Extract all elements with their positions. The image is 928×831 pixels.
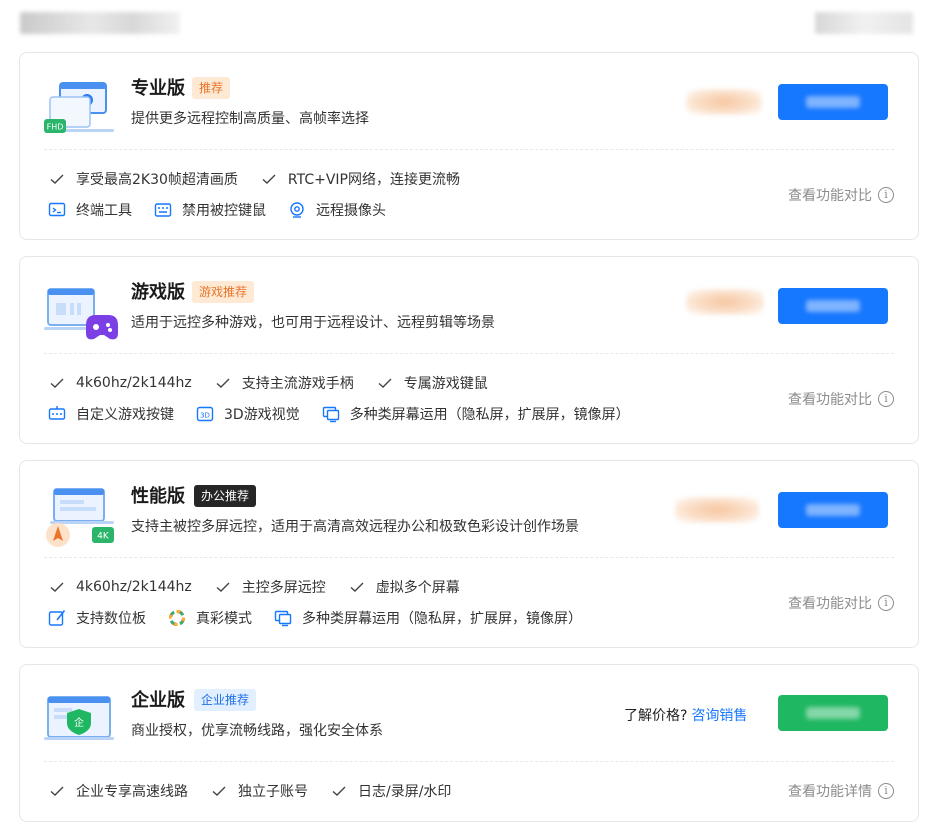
feature-item: 虚拟多个屏幕 — [348, 577, 460, 597]
compare-link[interactable]: 查看功能对比 i — [788, 185, 894, 205]
feature-row-1: 4k60hz/2k144hz 主控多屏远控 虚拟多个屏幕 — [48, 577, 482, 597]
feature-item: 企业专享高速线路 — [48, 781, 188, 801]
enterprise-tag: 企 — [74, 716, 84, 729]
pro-illustration: FHD — [44, 82, 114, 133]
check-icon — [48, 374, 66, 392]
badge-enterprise-recommend: 企业推荐 — [194, 689, 257, 711]
buy-button-pro[interactable] — [778, 84, 888, 120]
info-icon[interactable]: i — [878, 187, 894, 203]
feature-item: RTC+VIP网络，连接更流畅 — [260, 169, 460, 189]
blurred-header-text — [20, 12, 180, 34]
info-icon[interactable]: i — [878, 783, 894, 799]
plan-title: 企业版 — [131, 690, 185, 711]
feature-row-2: 自定义游戏按键 3D 3D游戏视觉 多种类屏幕运用（隐私屏，扩展屏，镜像屏） — [48, 404, 652, 424]
plan-desc: 适用于远控多种游戏，也可用于远程设计、远程剪辑等场景 — [131, 315, 495, 331]
feature-item: 禁用被控键鼠 — [154, 200, 266, 220]
feature-item: 享受最高2K30帧超清画质 — [48, 169, 238, 189]
plan-desc: 提供更多远程控制高质量、高帧率选择 — [131, 111, 369, 127]
keyboard-disable-icon — [154, 201, 172, 219]
4k-tag: 4K — [97, 532, 110, 542]
check-icon — [48, 578, 66, 596]
info-icon[interactable]: i — [878, 595, 894, 611]
enterprise-illustration: 企 — [44, 696, 114, 740]
color-wheel-icon — [168, 609, 186, 627]
plan-title: 游戏版 — [131, 282, 185, 303]
divider — [44, 557, 894, 558]
fhd-tag: FHD — [47, 123, 64, 132]
info-icon[interactable]: i — [878, 391, 894, 407]
game-illustration — [44, 288, 118, 340]
feature-item: 多种类屏幕运用（隐私屏，扩展屏，镜像屏） — [322, 404, 630, 424]
feature-item: 支持数位板 — [48, 608, 146, 628]
feature-row-1: 享受最高2K30帧超清画质 RTC+VIP网络，连接更流畅 — [48, 169, 482, 189]
tablet-icon — [48, 609, 66, 627]
webcam-icon — [288, 201, 306, 219]
terminal-icon — [48, 201, 66, 219]
feature-item: 独立子账号 — [210, 781, 308, 801]
price-blurred — [686, 89, 762, 115]
feature-item: 3D 3D游戏视觉 — [196, 404, 300, 424]
plan-card-pro: FHD 专业版 推荐 提供更多远程控制高质量、高帧率选择 享受最高2K30帧超清… — [19, 52, 919, 240]
contact-sales-link[interactable]: 咨询销售 — [691, 708, 747, 724]
plan-card-game: 游戏版 游戏推荐 适用于远控多种游戏，也可用于远程设计、远程剪辑等场景 4k60… — [19, 256, 919, 444]
buy-button-performance[interactable] — [778, 492, 888, 528]
plan-card-performance: 4K 性能版 办公推荐 支持主被控多屏远控，适用于高清高效远程办公和极致色彩设计… — [19, 460, 919, 648]
compare-link[interactable]: 查看功能对比 i — [788, 389, 894, 409]
divider — [44, 149, 894, 150]
check-icon — [48, 170, 66, 188]
feature-row-1: 企业专享高速线路 独立子账号 日志/录屏/水印 — [48, 781, 473, 801]
plan-title: 性能版 — [131, 486, 185, 507]
feature-item: 终端工具 — [48, 200, 132, 220]
feature-item: 日志/录屏/水印 — [330, 781, 451, 801]
feature-item: 4k60hz/2k144hz — [48, 374, 192, 392]
buy-button-game[interactable] — [778, 288, 888, 324]
feature-item: 支持主流游戏手柄 — [214, 373, 354, 393]
feature-item: 多种类屏幕运用（隐私屏，扩展屏，镜像屏） — [274, 608, 582, 628]
feature-row-2: 支持数位板 真彩模式 多种类屏幕运用（隐私屏，扩展屏，镜像屏） — [48, 608, 604, 628]
compare-link[interactable]: 查看功能对比 i — [788, 593, 894, 613]
check-icon — [260, 170, 278, 188]
feature-item: 主控多屏远控 — [214, 577, 326, 597]
feature-item: 真彩模式 — [168, 608, 252, 628]
price-blurred — [686, 289, 764, 315]
feature-item: 4k60hz/2k144hz — [48, 578, 192, 596]
badge-office-recommend: 办公推荐 — [194, 485, 257, 507]
price-blurred — [675, 497, 759, 523]
check-icon — [214, 578, 232, 596]
multi-screen-icon — [322, 405, 340, 423]
3d-icon: 3D — [196, 405, 214, 423]
badge-recommend: 推荐 — [192, 77, 231, 99]
check-icon — [48, 782, 66, 800]
divider — [44, 353, 894, 354]
feature-row-1: 4k60hz/2k144hz 支持主流游戏手柄 专属游戏键鼠 — [48, 373, 510, 393]
check-icon — [210, 782, 228, 800]
plan-desc: 支持主被控多屏远控，适用于高清高效远程办公和极致色彩设计创作场景 — [131, 519, 579, 535]
plan-card-enterprise: 企 企业版 企业推荐 商业授权，优享流畅线路，强化安全体系 了解价格? 咨询销售 … — [19, 664, 919, 822]
multi-screen-icon — [274, 609, 292, 627]
check-icon — [330, 782, 348, 800]
divider — [44, 761, 894, 762]
badge-game-recommend: 游戏推荐 — [192, 281, 255, 303]
price-inquiry: 了解价格? 咨询销售 — [624, 708, 748, 724]
svg-text:3D: 3D — [200, 412, 210, 420]
check-icon — [376, 374, 394, 392]
blurred-header-link[interactable] — [815, 12, 913, 34]
details-link[interactable]: 查看功能详情 i — [788, 781, 894, 801]
contact-button-enterprise[interactable] — [778, 695, 888, 731]
feature-item: 远程摄像头 — [288, 200, 386, 220]
feature-item: 专属游戏键鼠 — [376, 373, 488, 393]
check-icon — [348, 578, 366, 596]
performance-illustration: 4K — [46, 488, 114, 547]
plan-desc: 商业授权，优享流畅线路，强化安全体系 — [131, 723, 383, 739]
custom-keys-icon — [48, 405, 66, 423]
feature-item: 自定义游戏按键 — [48, 404, 174, 424]
feature-row-2: 终端工具 禁用被控键鼠 远程摄像头 — [48, 200, 408, 220]
plan-title: 专业版 — [131, 78, 185, 99]
check-icon — [214, 374, 232, 392]
